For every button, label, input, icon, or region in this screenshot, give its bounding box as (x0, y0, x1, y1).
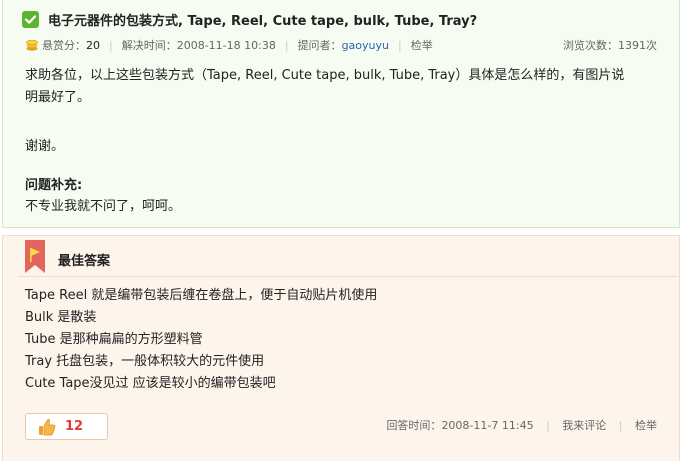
asker-link[interactable]: gaoyuyu (342, 39, 389, 52)
reward-value: 20 (86, 38, 100, 52)
views-label: 浏览次数： (563, 39, 618, 52)
solved-time: 2008-11-18 10:38 (176, 38, 276, 52)
meta-divider: | (546, 419, 550, 432)
report-question-link[interactable]: 检举 (411, 37, 433, 53)
check-icon (22, 10, 39, 28)
thumbs-up-icon (38, 418, 56, 436)
answer-line: Tube 是那种扁扁的方形塑料管 (25, 332, 203, 347)
question-text-line: 明最好了。 (25, 90, 91, 105)
answer-body: Tape Reel 就是编带包装后缠在卷盘上，便于自动贴片机使用 Bulk 是散… (25, 285, 655, 395)
coin-icon (25, 38, 39, 52)
report-answer-link[interactable]: 检举 (635, 419, 657, 432)
answer-line: Tape Reel 就是编带包装后缠在卷盘上，便于自动贴片机使用 (25, 288, 378, 303)
question-body: 求助各位，以上这些包装方式（Tape, Reel, Cute tape, bul… (25, 65, 660, 154)
meta-divider: | (284, 38, 289, 52)
meta-divider: | (618, 419, 623, 432)
supplement-text: 不专业我就不问了，呵呵。 (25, 199, 182, 214)
answer-time-label: 回答时间： (386, 419, 442, 432)
like-count: 12 (65, 419, 84, 434)
meta-divider: | (109, 38, 113, 52)
question-title: 电子元器件的包装方式, Tape, Reel, Cute tape, bulk,… (48, 13, 478, 29)
question-text-line: 求助各位，以上这些包装方式（Tape, Reel, Cute tape, bul… (25, 68, 625, 83)
solved-time-label: 解决时间： (121, 39, 177, 52)
question-title-row: 电子元器件的包装方式, Tape, Reel, Cute tape, bulk,… (22, 9, 477, 29)
answer-time: 2008-11-7 11:45 (441, 419, 534, 432)
reward-label: 悬赏分： (42, 39, 86, 52)
meta-divider: | (397, 38, 402, 52)
comment-link[interactable]: 我来评论 (562, 419, 606, 432)
ribbon-icon (24, 240, 46, 274)
answer-line: Cute Tape没见过 应该是较小的编带包装吧 (25, 376, 276, 391)
answer-divider (18, 276, 678, 277)
question-meta: 悬赏分： 20 | 解决时间： 2008-11-18 10:38 | 提问者： … (25, 37, 657, 53)
supplement-title: 问题补充: (25, 178, 83, 193)
best-answer-title: 最佳答案 (58, 254, 111, 269)
like-button[interactable]: 12 (25, 413, 108, 440)
question-panel (2, 0, 680, 228)
answer-line: Bulk 是散装 (25, 310, 97, 325)
answer-meta: 回答时间：2008-11-7 11:45 | 我来评论 | 检举 (386, 417, 657, 433)
asker-label: 提问者： (297, 39, 342, 52)
question-thanks: 谢谢。 (25, 139, 65, 154)
views-count: 1391次 (618, 39, 657, 52)
answer-line: Tray 托盘包装，一般体积较大的元件使用 (25, 354, 265, 369)
